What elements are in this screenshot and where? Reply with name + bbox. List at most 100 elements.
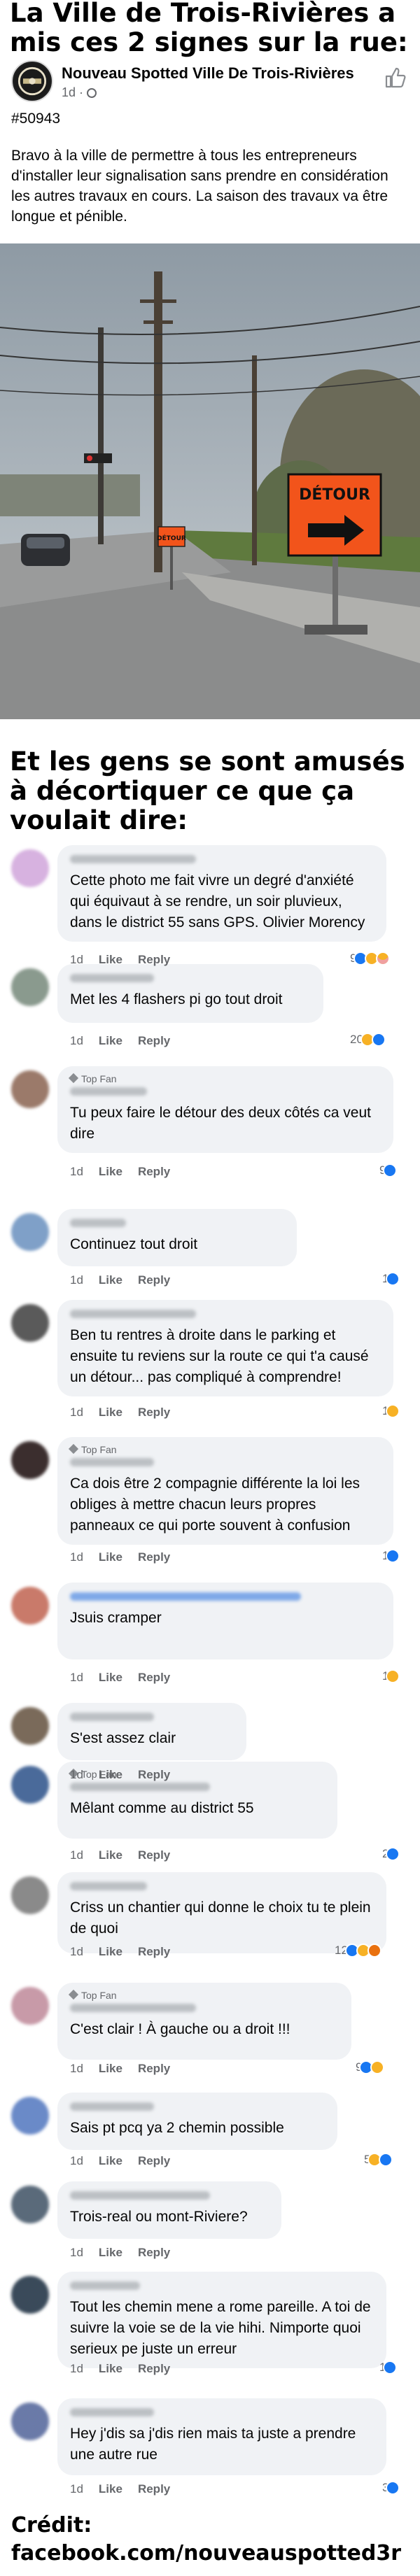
like-button[interactable]: Like [99, 1848, 122, 1862]
reply-button[interactable]: Reply [138, 2246, 170, 2259]
commenter-name-blurred[interactable] [70, 855, 196, 863]
comment-age: 1d [70, 1273, 83, 1287]
reply-button[interactable]: Reply [138, 2154, 170, 2167]
commenter-avatar[interactable] [11, 1070, 49, 1108]
credit-url[interactable]: facebook.com/nouveauspotted3r [11, 2540, 401, 2568]
commenter-name-blurred[interactable] [70, 2191, 210, 2200]
comment-text: Criss un chantier qui donne le choix tu … [70, 1899, 371, 1937]
comment-age: 1d [70, 1165, 83, 1178]
commenter-name-blurred[interactable] [70, 2004, 196, 2012]
commenter-avatar[interactable] [11, 1766, 49, 1804]
commenter-name-blurred[interactable] [70, 1458, 154, 1466]
like-button[interactable]: Like [99, 1034, 122, 1047]
commenter-avatar[interactable] [11, 1587, 49, 1625]
commenter-name-blurred[interactable] [70, 1592, 301, 1601]
commenter-avatar[interactable] [11, 2402, 49, 2440]
angry-reaction-icon [367, 1944, 382, 1958]
reply-button[interactable]: Reply [138, 2062, 170, 2075]
commenter-avatar[interactable] [11, 1441, 49, 1479]
like-button[interactable]: Like [99, 2062, 122, 2075]
commenter-name-blurred[interactable] [70, 2408, 154, 2416]
commenter-name-blurred[interactable] [70, 974, 154, 982]
commenter-name-blurred[interactable] [70, 2102, 154, 2111]
commenter-avatar[interactable] [11, 2276, 49, 2314]
like-button[interactable]: Like [99, 2246, 122, 2259]
like-button[interactable]: Like [99, 2362, 122, 2375]
reply-button[interactable]: Reply [138, 2482, 170, 2496]
top-fan-label: Top Fan [81, 1073, 117, 1084]
reply-button[interactable]: Reply [138, 2362, 170, 2375]
reply-button[interactable]: Reply [138, 1768, 170, 1781]
page-avatar[interactable] [11, 60, 53, 102]
commenter-avatar[interactable] [11, 2186, 49, 2223]
commenter-avatar[interactable] [11, 849, 49, 887]
reaction-count[interactable]: 2 [382, 1847, 400, 1861]
commenter-avatar[interactable] [11, 968, 49, 1006]
commenter-name-blurred[interactable] [70, 1087, 147, 1096]
commenter-name-blurred[interactable] [70, 1219, 126, 1227]
reaction-count[interactable]: 9 [379, 1163, 398, 1177]
comment-actions: 1d Like Reply [70, 1945, 186, 1959]
reply-button[interactable]: Reply [138, 1165, 170, 1178]
like-button[interactable]: Like [99, 1406, 122, 1419]
commenter-avatar[interactable] [11, 1876, 49, 1914]
reply-button[interactable]: Reply [138, 1945, 170, 1958]
comment-age: 1d [70, 1768, 83, 1781]
reaction-count[interactable]: 12 [335, 1944, 382, 1958]
diamond-icon [68, 1989, 79, 2000]
commenter-avatar[interactable] [11, 1707, 49, 1745]
reaction-count[interactable]: 1 [382, 1549, 400, 1563]
comment-text: Hey j'dis sa j'dis rien mais ta juste a … [70, 2426, 356, 2463]
like-button[interactable]: Like [99, 1671, 122, 1684]
reply-button[interactable]: Reply [138, 1550, 170, 1564]
comment-actions: 1d Like Reply [70, 2362, 186, 2376]
reaction-count[interactable]: 9 [350, 951, 391, 965]
like-button[interactable]: Like [99, 2482, 122, 2496]
reply-button[interactable]: Reply [138, 1273, 170, 1287]
comment-bubble: Ben tu rentres à droite dans le parking … [57, 1300, 393, 1396]
commenter-avatar[interactable] [11, 1213, 49, 1251]
reaction-count[interactable]: 9 [356, 2060, 385, 2074]
like-button[interactable]: Like [99, 1550, 122, 1564]
reply-button[interactable]: Reply [138, 1848, 170, 1862]
diamond-icon [68, 1443, 79, 1455]
comment-actions: 1d Like Reply [70, 1848, 186, 1862]
post-photo[interactable]: DÉTOUR DÉTOUR [0, 243, 420, 719]
commenter-name-blurred[interactable] [70, 1783, 210, 1791]
comment-actions: 1d Like Reply [70, 1034, 186, 1048]
small-detour-sign: DÉTOUR [157, 534, 186, 542]
commenter-avatar[interactable] [11, 1304, 49, 1342]
commenter-avatar[interactable] [11, 1987, 49, 2025]
like-reaction-icon [386, 1549, 400, 1563]
like-button[interactable]: Like [99, 1768, 122, 1781]
like-button[interactable]: Like [99, 1165, 122, 1178]
reaction-count[interactable]: 1 [382, 1404, 400, 1418]
reaction-count[interactable]: 1 [379, 2361, 398, 2375]
commenter-name-blurred[interactable] [70, 1882, 147, 1890]
reaction-count[interactable]: 5 [364, 2153, 393, 2167]
post-header: Nouveau Spotted Ville De Trois-Rivières … [0, 57, 420, 106]
reply-button[interactable]: Reply [138, 953, 170, 966]
comment-text: S'est assez clair [70, 1730, 176, 1746]
reply-button[interactable]: Reply [138, 1034, 170, 1047]
thumbs-up-icon[interactable] [384, 66, 407, 90]
reaction-count[interactable]: 1 [382, 1669, 400, 1683]
reaction-count[interactable]: 20 [350, 1033, 386, 1047]
like-button[interactable]: Like [99, 1273, 122, 1287]
like-button[interactable]: Like [99, 1945, 122, 1958]
like-button[interactable]: Like [99, 953, 122, 966]
reply-button[interactable]: Reply [138, 1671, 170, 1684]
comment-bubble: Top Fan Ca dois être 2 compagnie différen… [57, 1437, 393, 1545]
comment-bubble: Hey j'dis sa j'dis rien mais ta juste a … [57, 2398, 386, 2475]
reaction-count[interactable]: 1 [382, 1272, 400, 1286]
reply-button[interactable]: Reply [138, 1406, 170, 1419]
comment-age: 1d [70, 1945, 83, 1958]
commenter-name-blurred[interactable] [70, 1713, 154, 1721]
commenter-name-blurred[interactable] [70, 2281, 140, 2290]
page-name[interactable]: Nouveau Spotted Ville De Trois-Rivières [62, 64, 354, 83]
like-button[interactable]: Like [99, 2154, 122, 2167]
haha-reaction-icon [386, 1404, 400, 1418]
reaction-count[interactable]: 3 [382, 2481, 400, 2495]
commenter-avatar[interactable] [11, 2097, 49, 2135]
commenter-name-blurred[interactable] [70, 1310, 196, 1318]
